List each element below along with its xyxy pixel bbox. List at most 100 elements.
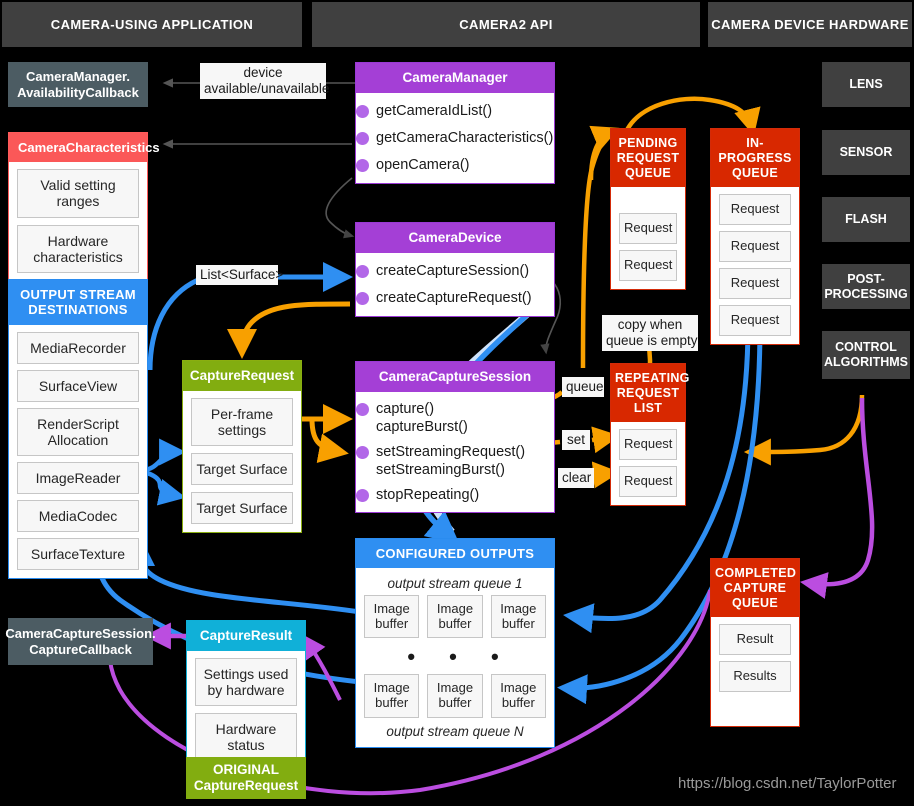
destination-renderscript-allocation[interactable]: RenderScript Allocation xyxy=(17,407,139,457)
ellipsis-icon: • • • xyxy=(407,644,513,670)
pending-request-item[interactable]: Request xyxy=(619,250,677,282)
camera-manager-availability-callback[interactable]: CameraManager. AvailabilityCallback xyxy=(8,62,148,107)
image-buffer[interactable]: Image buffer xyxy=(490,595,546,639)
capture-result-card[interactable]: CaptureResult Settings used by hardware … xyxy=(186,620,306,771)
item-line1: MediaCodec xyxy=(38,508,118,525)
item-line2: status xyxy=(227,737,265,754)
output-stream-queue-n-label: output stream queue N xyxy=(386,723,524,739)
in-progress-queue-title: IN-PROGRESS QUEUE xyxy=(711,129,799,188)
configured-outputs-title: CONFIGURED OUTPUTS xyxy=(356,539,554,569)
capture-request-target-surface[interactable]: Target Surface xyxy=(191,492,293,525)
method-bullet-icon xyxy=(356,402,369,416)
hardware-block-post-processing[interactable]: POST- PROCESSING xyxy=(822,264,910,309)
in-progress-request-item[interactable]: Request xyxy=(719,268,791,300)
in-progress-request-item[interactable]: Request xyxy=(719,305,791,336)
in-progress-queue-card[interactable]: IN-PROGRESS QUEUE Request Request Reques… xyxy=(710,128,800,345)
wire-create-capture-request xyxy=(227,301,351,360)
pending-request-queue-card[interactable]: PENDING REQUEST QUEUE Request Request xyxy=(610,128,686,291)
edge-label-queue: queue xyxy=(562,377,604,397)
method-createcapturerequest[interactable]: createCaptureRequest() xyxy=(356,289,546,307)
in-progress-request-item[interactable]: Request xyxy=(719,194,791,226)
hardware-block-lens[interactable]: LENS xyxy=(822,62,910,107)
capture-result-settings-used[interactable]: Settings used by hardware xyxy=(195,657,297,707)
camera-manager-card[interactable]: CameraManager getCameraIdList() getCamer… xyxy=(355,62,555,185)
edge-label-device-available: device available/unavailable xyxy=(200,63,329,99)
camera-manager-title: CameraManager xyxy=(356,63,554,93)
camera-device-card[interactable]: CameraDevice createCaptureSession() crea… xyxy=(355,222,555,318)
original-line2: CaptureRequest xyxy=(193,778,299,793)
repeating-request-item[interactable]: Request xyxy=(619,429,677,461)
completed-capture-queue-title: COMPLETED CAPTURE QUEUE xyxy=(711,559,799,618)
repeating-request-list-card[interactable]: REPEATING REQUEST LIST Request Request xyxy=(610,363,689,507)
camera-capture-session-title: CameraCaptureSession xyxy=(356,362,554,392)
camera-capture-session-capture-callback[interactable]: CameraCaptureSession. CaptureCallback xyxy=(5,618,156,665)
destination-mediarecorder[interactable]: MediaRecorder xyxy=(17,331,139,364)
method-bullet-icon xyxy=(356,132,369,146)
pending-request-item[interactable]: Request xyxy=(619,213,677,245)
capture-callback-line1: CameraCaptureSession. xyxy=(5,625,156,641)
capture-request-per-frame-settings[interactable]: Per-frame settings xyxy=(191,397,293,447)
watermark: https://blog.csdn.net/TaylorPotter xyxy=(678,775,897,792)
capture-request-title: CaptureRequest xyxy=(183,361,301,391)
pending-request-queue-title: PENDING REQUEST QUEUE xyxy=(611,129,685,188)
capture-result-hardware-status[interactable]: Hardware status xyxy=(195,713,297,762)
item-line1: Hardware xyxy=(215,721,277,738)
image-buffer[interactable]: Image buffer xyxy=(427,595,483,639)
completed-capture-item[interactable]: Result xyxy=(719,624,791,656)
method-bullet-icon xyxy=(356,489,369,503)
output-stream-queue-1-label: output stream queue 1 xyxy=(387,576,523,592)
camera-device-methods: createCaptureSession() createCaptureRequ… xyxy=(356,253,554,316)
availability-callback-line1: CameraManager. xyxy=(25,68,131,84)
camera-capture-session-methods: capture() captureBurst() setStreamingReq… xyxy=(356,392,554,513)
method-bullet-icon xyxy=(356,446,369,460)
method-capture[interactable]: capture() captureBurst() xyxy=(356,400,546,436)
image-buffer[interactable]: Image buffer xyxy=(364,674,420,718)
wire-open-camera xyxy=(325,177,355,239)
item-line1: MediaRecorder xyxy=(30,339,126,356)
repeating-request-item[interactable]: Request xyxy=(619,466,677,498)
completed-capture-item[interactable]: Results xyxy=(719,661,791,693)
repeating-request-list-title: REPEATING REQUEST LIST xyxy=(611,364,689,423)
column-header-app: CAMERA-USING APPLICATION xyxy=(2,2,302,47)
title-line1: OUTPUT STREAM xyxy=(20,287,136,302)
hardware-block-sensor[interactable]: SENSOR xyxy=(822,130,910,175)
item-line1: Per-frame xyxy=(210,405,274,422)
camera-characteristics-item[interactable]: Valid setting ranges xyxy=(17,169,139,218)
item-line2: Allocation xyxy=(47,431,109,448)
in-progress-request-item[interactable]: Request xyxy=(719,231,791,263)
camera-characteristics-title: CameraCharacteristics xyxy=(9,133,160,163)
destination-surfaceview[interactable]: SurfaceView xyxy=(17,369,139,402)
capture-request-target-surface[interactable]: Target Surface xyxy=(191,453,293,486)
hardware-block-control-algorithms[interactable]: CONTROL ALGORITHMS xyxy=(822,331,910,379)
camera-characteristics-card[interactable]: CameraCharacteristics Valid setting rang… xyxy=(8,132,160,282)
method-opencamera[interactable]: openCamera() xyxy=(356,156,546,174)
item-line2: characteristics xyxy=(33,248,123,265)
method-bullet-icon xyxy=(356,159,369,173)
image-buffer[interactable]: Image buffer xyxy=(490,674,546,718)
image-buffer[interactable]: Image buffer xyxy=(427,674,483,718)
camera-capture-session-card[interactable]: CameraCaptureSession capture() captureBu… xyxy=(355,361,555,514)
method-createcapturesession[interactable]: createCaptureSession() xyxy=(356,262,546,280)
item-line1: Valid setting xyxy=(40,177,116,194)
method-bullet-icon xyxy=(356,264,369,278)
capture-request-card[interactable]: CaptureRequest Per-frame settings Target… xyxy=(182,360,302,534)
item-line1: Target Surface xyxy=(196,461,288,478)
configured-outputs-card[interactable]: CONFIGURED OUTPUTS output stream queue 1… xyxy=(355,538,555,748)
image-buffer[interactable]: Image buffer xyxy=(364,595,420,639)
edge-label-set: set xyxy=(562,430,590,450)
method-getcameraidlist[interactable]: getCameraIdList() xyxy=(356,102,546,120)
item-line1: ImageReader xyxy=(35,470,121,487)
camera-characteristics-item[interactable]: Hardware characteristics xyxy=(17,224,139,273)
method-getcameracharacteristics[interactable]: getCameraCharacteristics() xyxy=(356,129,553,147)
destination-imagereader[interactable]: ImageReader xyxy=(17,462,139,495)
output-stream-queue-n-row: Image buffer Image buffer Image buffer xyxy=(364,674,546,718)
hardware-block-flash[interactable]: FLASH xyxy=(822,197,910,242)
original-capture-request[interactable]: ORIGINAL CaptureRequest xyxy=(186,757,306,799)
method-setstreamingrequest[interactable]: setStreamingRequest() setStreamingBurst(… xyxy=(356,443,546,479)
completed-capture-queue-card[interactable]: COMPLETED CAPTURE QUEUE Result Results xyxy=(710,558,800,728)
method-stoprepeating[interactable]: stopRepeating() xyxy=(356,486,546,504)
destination-mediacodec[interactable]: MediaCodec xyxy=(17,500,139,533)
item-line2: ranges xyxy=(56,193,100,210)
destination-surfacetexture[interactable]: SurfaceTexture xyxy=(17,538,139,571)
output-stream-destinations-card[interactable]: OUTPUT STREAM DESTINATIONS MediaRecorder… xyxy=(8,279,148,580)
